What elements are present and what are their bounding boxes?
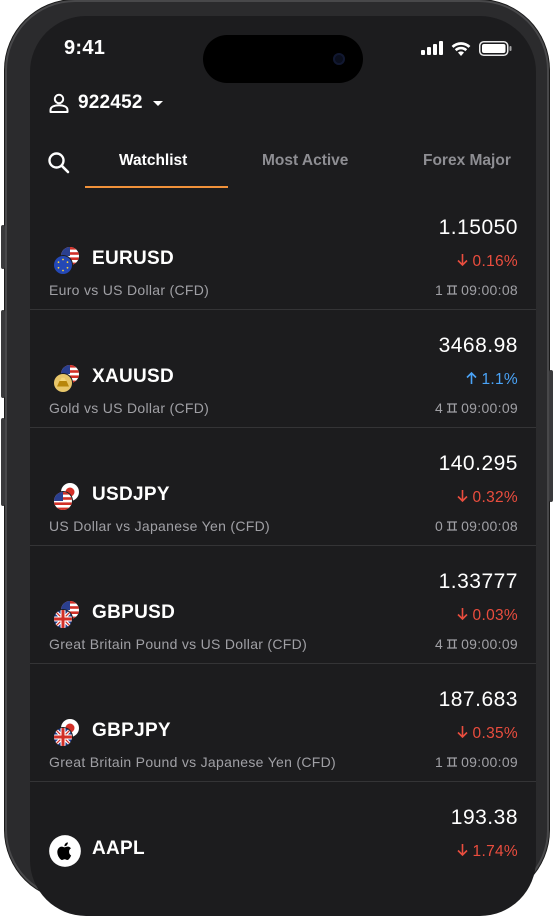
camera-icon: [333, 53, 345, 65]
account-number: 922452: [78, 92, 143, 113]
symbol: XAUUSD: [92, 366, 175, 387]
volume-up-button: [1, 310, 5, 398]
description: Euro vs US Dollar (CFD): [49, 282, 210, 298]
arrow-down-icon: [457, 844, 468, 857]
user-icon: [49, 93, 69, 113]
price-change: 1.1%: [466, 371, 518, 389]
dynamic-island: [203, 35, 363, 83]
spread-icon: [447, 639, 458, 649]
status-bar: 9:41: [30, 16, 536, 83]
spread-icon: [447, 403, 458, 413]
arrow-down-icon: [457, 726, 468, 739]
price: 3468.98: [438, 334, 518, 357]
gb-us-flags-icon: [53, 601, 79, 629]
price-change: 1.74%: [457, 843, 518, 861]
account-selector[interactable]: 922452: [48, 92, 165, 114]
spread-icon: [447, 521, 458, 531]
change-percent: 0.35%: [472, 725, 518, 742]
tick-meta: 4 09:00:09: [435, 636, 518, 652]
description: Great Britain Pound vs US Dollar (CFD): [49, 636, 308, 652]
price-change: 0.32%: [457, 489, 518, 507]
price: 140.295: [438, 452, 518, 475]
change-percent: 1.74%: [472, 843, 518, 860]
gb-jp-flags-icon: [53, 719, 79, 747]
apple-logo-icon: [49, 835, 81, 867]
price-change: 0.03%: [457, 607, 518, 625]
tick-time: 09:00:08: [461, 518, 518, 534]
wifi-icon: [451, 41, 471, 56]
tick-meta: 1 09:00:09: [435, 754, 518, 770]
price: 193.38: [450, 806, 518, 829]
change-percent: 0.03%: [472, 607, 518, 624]
tab-most-active[interactable]: Most Active: [262, 152, 348, 170]
change-percent: 0.32%: [472, 489, 518, 506]
volume-down-button: [1, 418, 5, 506]
list-item[interactable]: 3468.98 1.1% XAUUSD Gold vs US Dollar (C…: [30, 310, 536, 428]
tab-watchlist[interactable]: Watchlist: [119, 152, 187, 170]
list-item[interactable]: 1.15050 0.16% EURUSD Euro vs US Dollar (…: [30, 192, 536, 310]
tick-count: 1: [435, 282, 444, 298]
description: Great Britain Pound vs Japanese Yen (CFD…: [49, 754, 337, 770]
spread-icon: [447, 757, 458, 767]
gold-us-flags-icon: [53, 365, 79, 393]
search-icon: [48, 152, 70, 174]
symbol: USDJPY: [92, 484, 170, 505]
symbol: GBPJPY: [92, 720, 171, 741]
arrow-down-icon: [457, 608, 468, 621]
tick-meta: 4 09:00:09: [435, 400, 518, 416]
spread-icon: [447, 285, 458, 295]
tick-time: 09:00:09: [461, 754, 518, 770]
symbol: EURUSD: [92, 248, 175, 269]
tick-count: 4: [435, 636, 444, 652]
active-tab-indicator: [85, 186, 228, 188]
symbol: AAPL: [92, 838, 145, 859]
power-button: [549, 370, 553, 502]
symbol: GBPUSD: [92, 602, 176, 623]
tick-count: 1: [435, 754, 444, 770]
tick-meta: 1 09:00:08: [435, 282, 518, 298]
action-button: [1, 225, 5, 269]
us-jp-flags-icon: [53, 483, 79, 511]
list-item[interactable]: 1.33777 0.03% GBPUSD Great Britain Pound…: [30, 546, 536, 664]
phone-frame: 9:41 922452 Watchlist Most Active Forex …: [1, 0, 553, 916]
description: Gold vs US Dollar (CFD): [49, 400, 210, 416]
price: 1.15050: [438, 216, 518, 239]
list-item[interactable]: 193.38 1.74% AAPL: [30, 782, 536, 899]
cellular-signal-icon: [421, 41, 443, 55]
battery-icon: [479, 40, 512, 56]
arrow-up-icon: [466, 371, 477, 384]
tick-meta: 0 09:00:08: [435, 518, 518, 534]
app-screen: 9:41 922452 Watchlist Most Active Forex …: [30, 16, 536, 916]
change-percent: 1.1%: [481, 371, 518, 388]
tick-time: 09:00:09: [461, 400, 518, 416]
eu-us-flags-icon: [53, 247, 79, 275]
tick-count: 0: [435, 518, 444, 534]
arrow-down-icon: [457, 254, 468, 267]
status-time: 9:41: [64, 37, 106, 59]
system-icons: [421, 40, 512, 56]
list-item[interactable]: 140.295 0.32% USDJPY US Dollar vs Japane…: [30, 428, 536, 546]
tab-forex-major[interactable]: Forex Major: [423, 152, 511, 170]
price: 1.33777: [438, 570, 518, 593]
list-item[interactable]: 187.683 0.35% GBPJPY Great Britain Pound…: [30, 664, 536, 782]
tab-bar: Watchlist Most Active Forex Major: [30, 146, 536, 190]
arrow-down-icon: [457, 490, 468, 503]
watchlist: 1.15050 0.16% EURUSD Euro vs US Dollar (…: [30, 192, 536, 899]
change-percent: 0.16%: [472, 253, 518, 270]
price: 187.683: [438, 688, 518, 711]
description: US Dollar vs Japanese Yen (CFD): [49, 518, 270, 534]
chevron-down-icon: [152, 101, 163, 106]
price-change: 0.35%: [457, 725, 518, 743]
search-button[interactable]: [46, 150, 72, 181]
tick-time: 09:00:09: [461, 636, 518, 652]
tick-count: 4: [435, 400, 444, 416]
tick-time: 09:00:08: [461, 282, 518, 298]
price-change: 0.16%: [457, 253, 518, 271]
